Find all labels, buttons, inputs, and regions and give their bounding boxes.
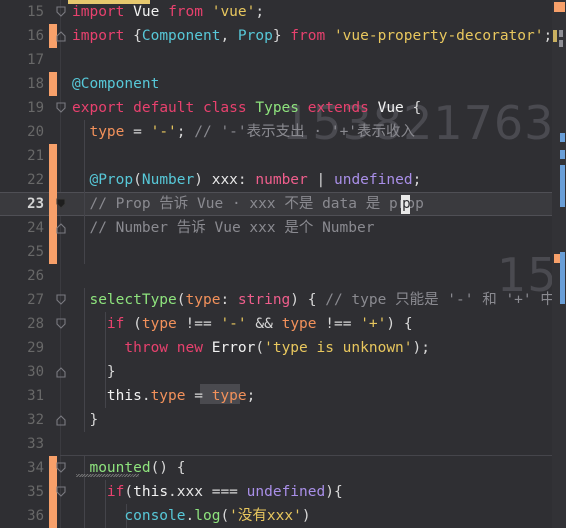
code-line[interactable]: import {Component, Prop} from 'vue-prope… <box>0 24 566 48</box>
code-line[interactable]: if (type !== '-' && type !== '+') { <box>0 312 566 336</box>
ruler-mark-occurrence <box>559 40 563 47</box>
code-content[interactable]: import Vue from 'vue'; import {Component,… <box>0 0 566 528</box>
code-line-text: console.log('没有xxx') <box>124 508 311 524</box>
code-line[interactable]: if(this.xxx === undefined){ <box>0 480 566 504</box>
code-editor[interactable]: 15382176307 15 1516171819202122232425262… <box>0 0 566 528</box>
code-line[interactable]: selectType(type: string) { // type 只能是 '… <box>0 288 566 312</box>
code-line-text: } <box>106 364 116 380</box>
code-line[interactable]: // Prop 告诉 Vue · xxx 不是 data 是 prop <box>0 192 566 216</box>
code-line[interactable]: this.type = type; <box>0 384 566 408</box>
ruler-mark-occurrence <box>559 30 563 37</box>
ruler-mark-cursor <box>560 165 565 207</box>
code-line[interactable]: @Prop(Number) xxx: number | undefined; <box>0 168 566 192</box>
code-line-text: if (type !== '-' && type !== '+') { <box>106 316 413 332</box>
code-line-text: throw new Error('type is unknown'); <box>124 340 430 356</box>
code-line[interactable]: } <box>0 408 566 432</box>
code-line[interactable] <box>0 240 566 264</box>
error-squiggle <box>76 474 139 477</box>
code-line[interactable]: // Number 告诉 Vue xxx 是个 Number <box>0 216 566 240</box>
ruler-mark-cursor <box>560 252 565 304</box>
code-line-text: import {Component, Prop} from 'vue-prope… <box>72 28 553 44</box>
code-line-text: type = '-'; // '-'表示支出 · '+'表示收入 <box>89 124 416 140</box>
code-line[interactable]: } <box>0 360 566 384</box>
ruler-mark-cursor <box>560 133 565 142</box>
selection-carryover-bar <box>68 0 150 4</box>
code-line[interactable]: throw new Error('type is unknown'); <box>0 336 566 360</box>
code-line[interactable] <box>0 48 566 72</box>
code-line-text: // Prop 告诉 Vue · xxx 不是 data 是 prop <box>89 196 424 212</box>
ruler-mark-selection <box>553 30 557 42</box>
code-line-text: export default class Types extends Vue { <box>72 100 422 116</box>
code-line-text: selectType(type: string) { // type 只能是 '… <box>89 292 555 308</box>
code-line-text: // Number 告诉 Vue xxx 是个 Number <box>89 220 375 236</box>
code-line[interactable]: @Component <box>0 72 566 96</box>
code-line[interactable] <box>0 264 566 288</box>
cursor-character: p <box>402 196 411 212</box>
code-line[interactable]: export default class Types extends Vue { <box>0 96 566 120</box>
code-line-text: @Prop(Number) xxx: number | undefined; <box>89 172 422 188</box>
ruler-mark-change <box>554 2 565 12</box>
code-line-text: @Component <box>72 76 160 92</box>
code-line[interactable] <box>0 432 566 456</box>
code-line[interactable] <box>0 144 566 168</box>
ruler-mark-cursor <box>560 150 565 159</box>
code-line-text: if(this.xxx === undefined){ <box>106 484 343 500</box>
code-line[interactable]: console.log('没有xxx') <box>0 504 566 528</box>
code-line-text: } <box>89 412 99 428</box>
code-line[interactable]: type = '-'; // '-'表示支出 · '+'表示收入 <box>0 120 566 144</box>
overview-ruler[interactable] <box>552 0 566 528</box>
code-line-text: this.type = type; <box>106 388 256 404</box>
